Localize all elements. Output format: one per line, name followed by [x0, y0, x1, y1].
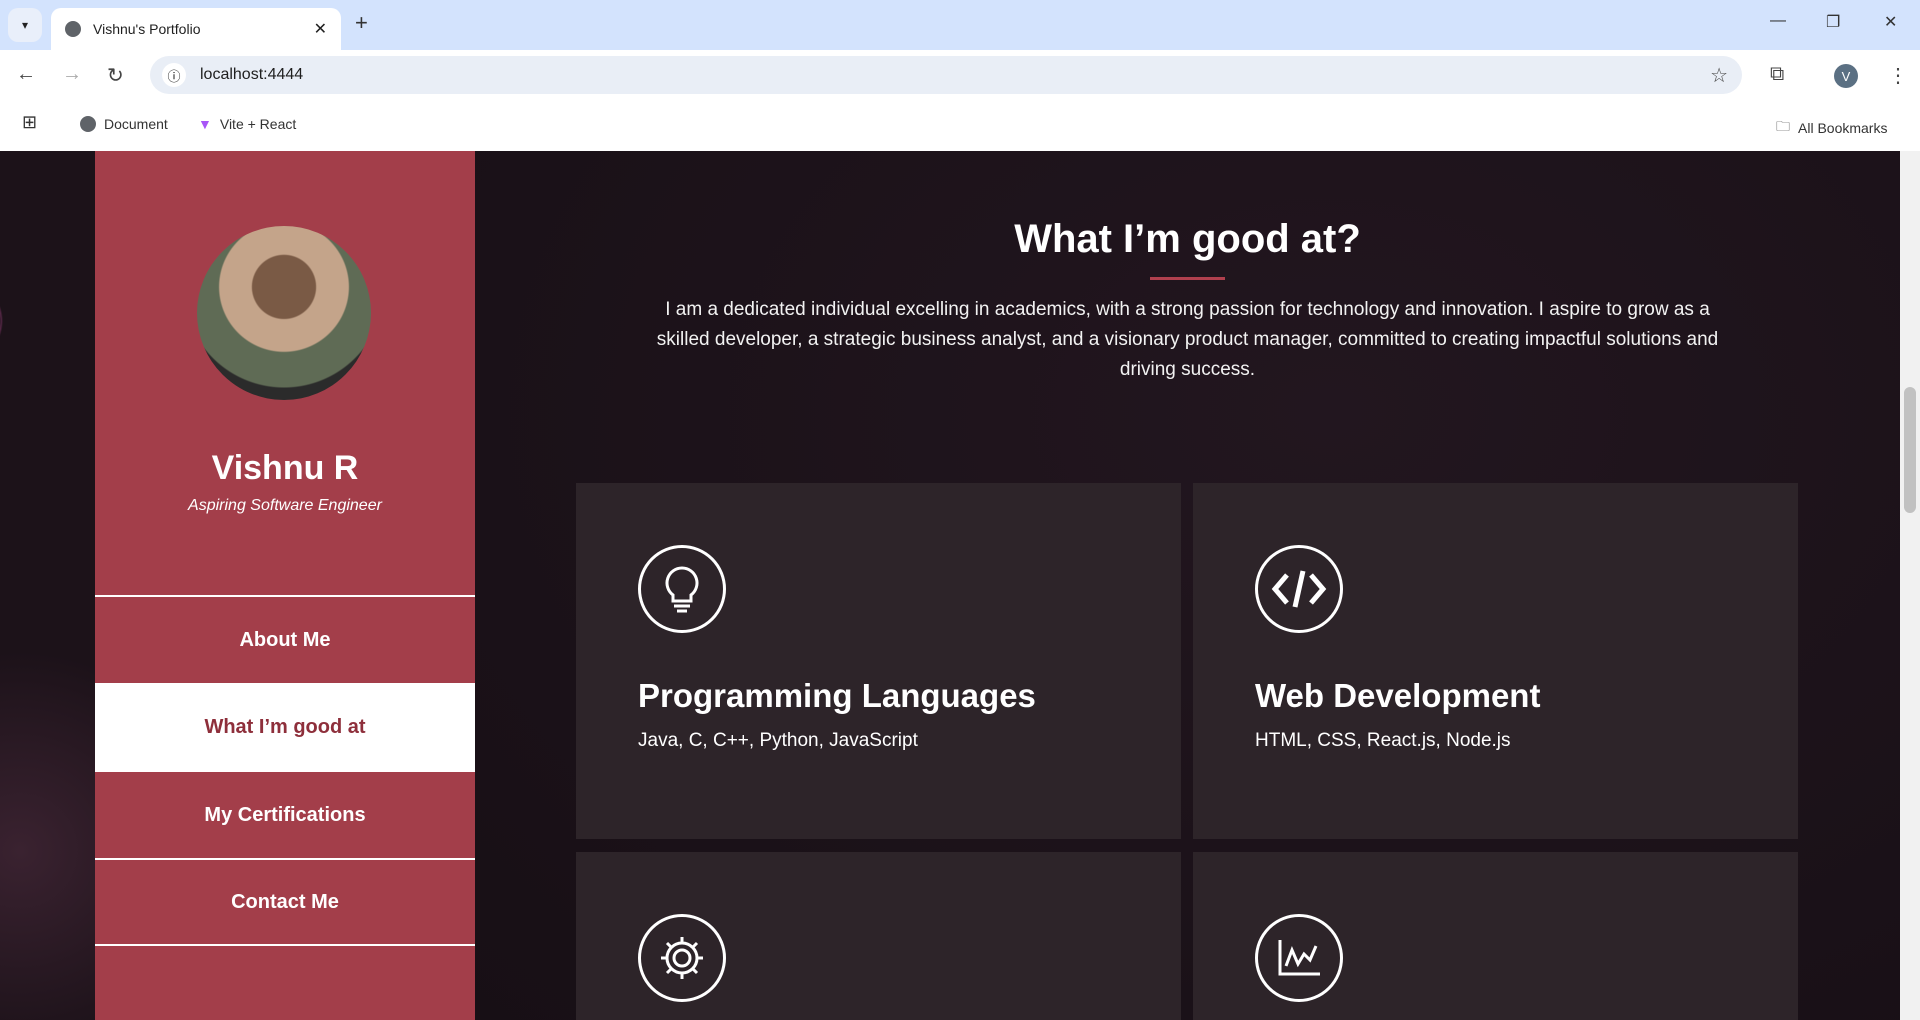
- section-title: What I’m good at?: [1014, 217, 1361, 261]
- browser-toolbar: ← → ↻ ⓘ localhost:4444 ☆ ⧉ V ⋮: [0, 50, 1920, 100]
- bookmark-star-icon[interactable]: ☆: [1710, 63, 1728, 88]
- avatar: [197, 226, 371, 400]
- globe-icon: [80, 116, 96, 132]
- divider: [95, 944, 475, 946]
- minimize-button[interactable]: —: [1770, 12, 1786, 30]
- back-button[interactable]: ←: [16, 63, 36, 86]
- card-subtitle: HTML, CSS, React.js, Node.js: [1255, 730, 1511, 751]
- portfolio-page: Vishnu R Aspiring Software Engineer Abou…: [0, 151, 1900, 1020]
- title-underline: [1150, 277, 1225, 280]
- chart-icon: [1255, 914, 1343, 1002]
- profile-role: Aspiring Software Engineer: [188, 497, 382, 514]
- section-description: I am a dedicated individual excelling in…: [656, 299, 1719, 380]
- close-window-button[interactable]: ✕: [1884, 12, 1897, 32]
- scrollbar-thumb[interactable]: [1904, 387, 1916, 513]
- card-title: Web Development: [1255, 677, 1541, 714]
- skill-card: [1193, 852, 1798, 1020]
- browser-tab[interactable]: Vishnu's Portfolio ✕: [51, 8, 341, 50]
- skill-card: [576, 852, 1181, 1020]
- background-decoration: [0, 151, 95, 1020]
- apps-icon[interactable]: ⊞: [22, 112, 37, 133]
- extensions-icon[interactable]: ⧉: [1770, 63, 1784, 86]
- close-tab-icon[interactable]: ✕: [314, 19, 327, 39]
- page-scrollbar[interactable]: [1900, 151, 1920, 1020]
- folder-icon: 🗀: [1776, 118, 1790, 134]
- bookmark-document[interactable]: Document: [80, 116, 168, 132]
- sidebar: Vishnu R Aspiring Software Engineer Abou…: [95, 151, 475, 1020]
- profile-avatar[interactable]: V: [1834, 64, 1858, 88]
- forward-button[interactable]: →: [62, 63, 82, 86]
- skills-section: What I’m good at? I am a dedicated indiv…: [475, 151, 1900, 1020]
- tab-title: Vishnu's Portfolio: [93, 21, 201, 37]
- bookmark-label: Vite + React: [219, 116, 297, 132]
- address-bar[interactable]: ⓘ localhost:4444 ☆: [150, 56, 1742, 94]
- skill-card: Web Development HTML, CSS, React.js, Nod…: [1193, 483, 1798, 839]
- site-info-icon[interactable]: ⓘ: [162, 63, 186, 87]
- all-bookmarks[interactable]: 🗀 All Bookmarks: [1776, 116, 1887, 140]
- globe-icon: [65, 21, 81, 37]
- menu-icon[interactable]: ⋮: [1888, 63, 1908, 88]
- gear-icon: [638, 914, 726, 1002]
- tab-search-button[interactable]: ▾: [8, 8, 42, 42]
- card-subtitle: Java, C, C++, Python, JavaScript: [638, 730, 918, 751]
- all-bookmarks-label: All Bookmarks: [1798, 120, 1888, 136]
- bookmarks-bar: ⊞ Document ▼ Vite + React 🗀 All Bookmarks: [0, 100, 1920, 151]
- nav-contact-me[interactable]: Contact Me: [95, 860, 475, 944]
- nav-what-im-good-at[interactable]: What I’m good at: [95, 683, 475, 772]
- nav-about-me[interactable]: About Me: [95, 597, 475, 683]
- skill-card: Programming Languages Java, C, C++, Pyth…: [576, 483, 1181, 839]
- url-text[interactable]: localhost:4444: [200, 66, 303, 84]
- lightbulb-icon: [638, 545, 726, 633]
- code-icon: [1255, 545, 1343, 633]
- card-title: Programming Languages: [638, 677, 1036, 714]
- bookmark-label: Document: [104, 116, 168, 132]
- profile-name: Vishnu R: [211, 449, 359, 487]
- vite-icon: ▼: [198, 116, 212, 132]
- nav-my-certifications[interactable]: My Certifications: [95, 772, 475, 858]
- reload-button[interactable]: ↻: [107, 63, 124, 88]
- tab-bar: ▾ Vishnu's Portfolio ✕ + — ❐ ✕: [0, 0, 1920, 50]
- restore-button[interactable]: ❐: [1826, 12, 1840, 32]
- bookmark-vite-react[interactable]: ▼ Vite + React: [198, 116, 296, 132]
- new-tab-button[interactable]: +: [355, 10, 368, 36]
